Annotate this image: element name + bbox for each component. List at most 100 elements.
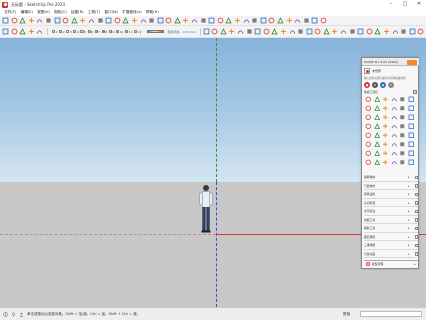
push-pull-icon[interactable] (54, 17, 61, 24)
polygon-icon[interactable] (28, 28, 35, 35)
panel-section-row[interactable]: 图层群组 ▸ (364, 234, 418, 241)
menu-tools[interactable]: 工具(T) (86, 9, 103, 16)
hexagon-icon[interactable] (408, 96, 415, 103)
red-gear-icon[interactable] (365, 96, 372, 103)
panel-section-row[interactable]: 三维体量 ▸ (364, 242, 418, 250)
pencil-line-icon[interactable] (28, 17, 35, 24)
menu-file[interactable]: 文件(F) (2, 9, 18, 16)
menu-draw[interactable]: 绘图(R) (69, 9, 86, 16)
bottle-icon[interactable] (365, 150, 372, 157)
box-icon[interactable] (408, 123, 415, 130)
panel-section-row[interactable]: 建筑设施 ▸ (364, 191, 418, 199)
panel-login-button[interactable] (407, 59, 417, 65)
grid-icon[interactable] (391, 96, 398, 103)
freehand-icon[interactable] (36, 28, 43, 35)
camera-icon[interactable] (383, 28, 390, 35)
component-icon[interactable] (174, 17, 181, 24)
panel-section-row[interactable]: 文字标注 ▸ (364, 208, 418, 216)
menu-extensions[interactable]: 扩展程序(x) (120, 9, 144, 16)
snap-icon[interactable] (409, 28, 416, 35)
square-icon[interactable] (382, 96, 389, 103)
move-icon[interactable] (62, 17, 69, 24)
people-icon[interactable] (306, 28, 313, 35)
panel-category[interactable]: 快捷工具栏 ▾ (364, 89, 417, 94)
flag-icon[interactable] (399, 96, 406, 103)
menu-help[interactable]: 帮助(H) (144, 9, 161, 16)
circle-icon[interactable] (19, 28, 26, 35)
panel-search-input[interactable]: 输入插件关键字或命令名称快速查找 (364, 76, 417, 80)
menu-view[interactable]: 视图(V) (35, 9, 52, 16)
circle-icon[interactable] (373, 105, 381, 112)
chevron-right-icon[interactable]: ▸ (408, 192, 410, 196)
orbit-icon[interactable] (122, 17, 129, 24)
tree-icon[interactable] (289, 28, 296, 35)
protractor-icon[interactable] (251, 17, 258, 24)
floor-icon[interactable] (271, 28, 278, 35)
ruby-console-icon[interactable] (311, 17, 318, 24)
geo-location-icon[interactable] (11, 312, 16, 317)
roof-icon[interactable] (408, 141, 415, 148)
extension-icon[interactable] (191, 17, 198, 24)
mirror-icon[interactable] (391, 141, 398, 148)
settings-icon[interactable] (320, 17, 327, 24)
red-curve-icon[interactable] (365, 132, 372, 139)
solid-tools-icon[interactable] (277, 17, 284, 24)
red-box-icon[interactable] (399, 150, 406, 157)
terrain-icon[interactable] (280, 28, 287, 35)
door-icon[interactable] (237, 28, 244, 35)
pin-checkbox[interactable] (414, 235, 418, 239)
grid-icon[interactable] (400, 28, 407, 35)
pan-icon[interactable] (131, 17, 138, 24)
chevron-right-icon[interactable]: ▸ (408, 218, 410, 222)
spring-icon[interactable] (365, 123, 372, 130)
chair-icon[interactable] (391, 150, 398, 157)
pin-checkbox[interactable] (414, 192, 418, 196)
zoom-icon[interactable] (140, 17, 147, 24)
rectangle-icon[interactable] (45, 17, 52, 24)
dimension-icon[interactable] (243, 17, 250, 24)
node-icon[interactable] (382, 132, 389, 139)
chevron-right-icon[interactable]: ▸ (408, 201, 410, 205)
axes-icon[interactable] (234, 17, 241, 24)
arc-icon[interactable] (373, 132, 381, 139)
camera-icon[interactable] (382, 150, 389, 157)
eraser-icon[interactable] (19, 17, 26, 24)
door-icon[interactable] (399, 141, 406, 148)
wall-icon[interactable] (220, 28, 227, 35)
pin-checkbox[interactable] (414, 243, 418, 247)
window-icon[interactable] (228, 28, 235, 35)
pin-checkbox[interactable] (414, 175, 418, 179)
panel-tab-2[interactable]: ◆ (380, 81, 386, 88)
panel-tab-0[interactable]: ● (364, 81, 370, 88)
menu-window[interactable]: 窗口(W) (102, 9, 120, 16)
color-gradient-bar[interactable] (147, 29, 165, 34)
scissors-icon[interactable] (391, 132, 398, 139)
paint-bucket-icon[interactable] (114, 17, 121, 24)
select-arrow-icon[interactable] (11, 17, 18, 24)
vase-icon[interactable] (365, 159, 372, 166)
star-icon[interactable] (382, 105, 389, 112)
menu-edit[interactable]: 编辑(E) (18, 9, 35, 16)
search-icon[interactable] (2, 17, 9, 24)
chevron-right-icon[interactable]: ▸ (408, 184, 410, 188)
rope-icon[interactable] (408, 159, 415, 166)
tape-measure-icon[interactable] (97, 17, 104, 24)
offset-icon[interactable] (88, 17, 95, 24)
puzzle-icon[interactable] (399, 114, 406, 121)
rotate-icon[interactable] (71, 17, 78, 24)
stick-icon[interactable] (408, 114, 415, 121)
wave-icon[interactable] (373, 96, 381, 103)
chevron-right-icon[interactable]: ▸ (408, 209, 410, 213)
weave-icon[interactable] (391, 159, 398, 166)
zigzag-icon[interactable] (365, 105, 372, 112)
chevron-right-icon[interactable]: ▸ (408, 235, 410, 239)
car-icon[interactable] (297, 28, 304, 35)
gear-icon[interactable] (399, 132, 406, 139)
curve-icon[interactable] (382, 123, 389, 130)
pin-checkbox[interactable] (414, 209, 418, 213)
scale-figure[interactable] (196, 184, 216, 236)
roof-icon[interactable] (211, 28, 218, 35)
panel-section-row[interactable]: 轴网墙体 ▸ (364, 174, 418, 182)
chevron-right-icon[interactable]: ▸ (408, 175, 410, 179)
hook-icon[interactable] (408, 105, 415, 112)
